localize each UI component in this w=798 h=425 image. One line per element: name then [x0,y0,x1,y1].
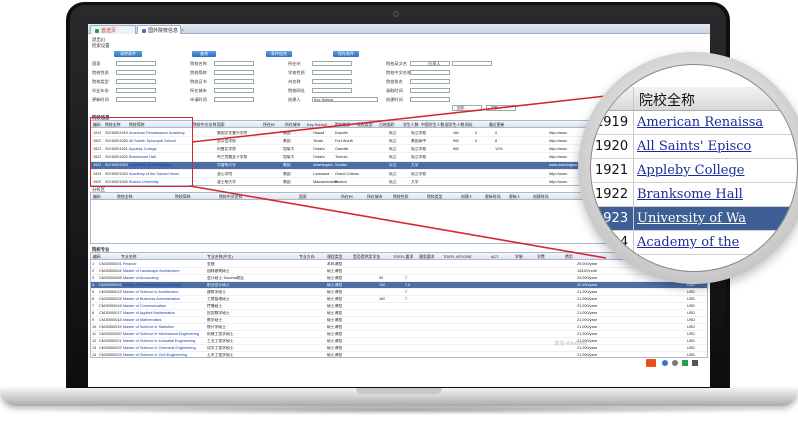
scene: 首选页 国外院校信息 × 退出(I) 检索设置 清除条件 查询 条件组合 保存条件… [0,0,798,425]
magnifier-row-id: 1924 [595,235,629,250]
magnifier-header-label: 院校全称 [639,93,695,109]
magnifier-lens: 院校全称 1919 American Renaissa 1920 All Saints… [590,64,798,272]
magnifier-row: 1921 Appleby College [591,159,797,183]
magnifier-row-name: Appleby College [637,163,745,178]
magnifier-row-id: 1920 [595,139,629,154]
magnifier-row-id: 1923 [595,211,629,226]
magnifier-row-name: American Renaissa [637,115,764,130]
magnifier-row-name: University of Wa [637,211,747,226]
magnifier-row-name: All Saints' Episco [637,139,752,154]
callout-line-top [191,95,607,143]
magnifier-row: 1922 Branksome Hall [591,183,797,207]
magnifier-row: 1920 All Saints' Episco [591,135,797,159]
magnifier-divider [633,87,634,271]
magnifier-row: 1919 American Renaissa [591,111,797,135]
magnifier-row: 1923 University of Wa [591,207,797,231]
magnifier-row: 1924 Academy of the [591,231,797,255]
magnifier-row-name: Academy of the [637,235,740,250]
magnifier-header: 院校全称 [591,87,797,111]
laptop-notch [356,388,442,394]
magnifier-row-id: 1921 [595,163,629,178]
callout-line-bottom [189,185,607,259]
magnifier-row-name: Branksome Hall [637,187,743,202]
magnifier-row-id: 1922 [595,187,629,202]
magnifier-row-id: 1919 [595,115,629,130]
